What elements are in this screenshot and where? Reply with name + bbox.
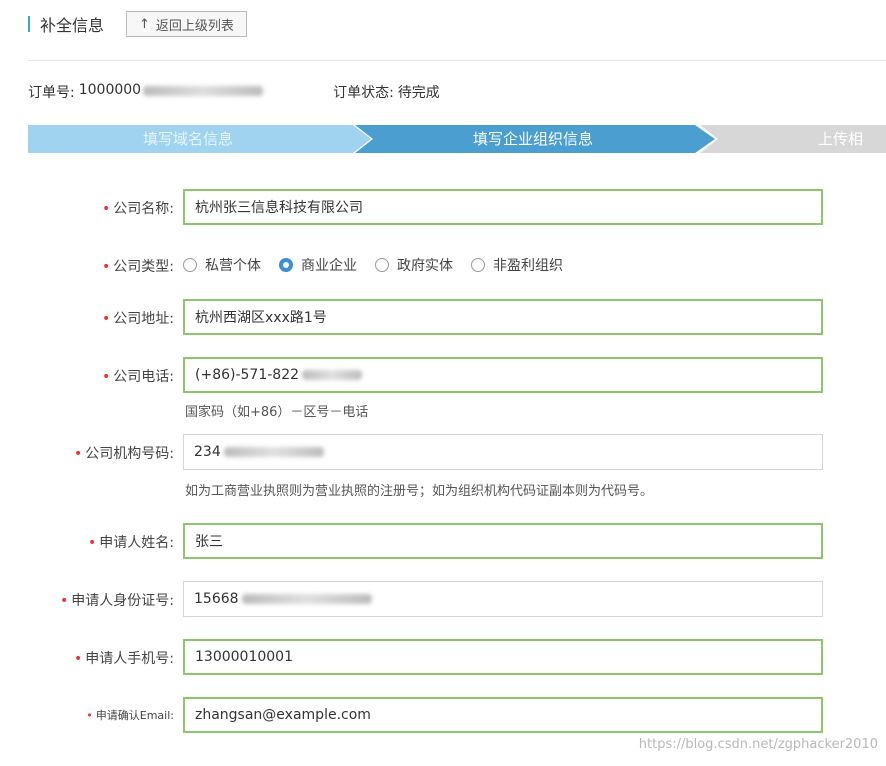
applicant-mobile-input[interactable]: 13000010001	[183, 639, 823, 675]
order-status-label: 订单状态:	[333, 85, 394, 101]
company-phone-hint: 国家码（如+86）－区号－电话	[185, 405, 369, 420]
applicant-email-label: • 申请确认Email:	[86, 709, 174, 722]
radio-unchecked-icon	[183, 258, 197, 272]
company-address-input[interactable]: 杭州西湖区xxx路1号	[183, 299, 823, 335]
radio-nonprofit[interactable]: 非盈利组织	[471, 255, 563, 275]
back-button-label: 返回上级列表	[155, 18, 234, 34]
org-code-redacted	[223, 447, 324, 457]
applicant-id-input[interactable]: 15668	[183, 581, 823, 617]
order-number-label: 订单号:	[28, 85, 75, 101]
company-phone-input[interactable]: (+86)-571-822	[183, 357, 823, 393]
radio-government[interactable]: 政府实体	[375, 255, 453, 275]
company-name-input[interactable]: 杭州张三信息科技有限公司	[183, 189, 823, 225]
applicant-id-label: • 申请人身份证号:	[60, 593, 174, 609]
back-to-list-button[interactable]: ↑ 返回上级列表	[126, 11, 247, 37]
company-phone-label: • 公司电话:	[102, 369, 174, 385]
radio-unchecked-icon	[471, 258, 485, 272]
order-info: 订单号: 1000000 订单状态: 待完成	[28, 82, 440, 102]
divider	[28, 60, 886, 61]
order-number-redacted	[143, 86, 264, 96]
org-code-label: • 公司机构号码:	[74, 446, 174, 462]
phone-redacted	[302, 370, 363, 380]
page-title: 补全信息	[40, 16, 105, 35]
step-3-label: 上传相	[818, 130, 864, 148]
id-redacted	[241, 594, 372, 604]
step-2-label: 填写企业组织信息	[472, 130, 593, 148]
step-1-label: 填写域名信息	[142, 130, 233, 148]
applicant-name-label: • 申请人姓名:	[88, 535, 174, 551]
page-header: 补全信息 ↑ 返回上级列表	[28, 10, 247, 38]
company-name-label: • 公司名称:	[102, 201, 174, 217]
order-status-value: 待完成	[397, 85, 440, 101]
org-code-input[interactable]: 234	[183, 434, 823, 470]
radio-business[interactable]: 商业企业	[279, 255, 357, 275]
org-code-hint: 如为工商营业执照则为营业执照的注册号；如为组织机构代码证副本则为代码号。	[185, 484, 654, 499]
radio-checked-icon	[279, 258, 293, 272]
progress-steps: 填写域名信息 填写企业组织信息 上传相	[28, 125, 886, 153]
watermark: https://blog.csdn.net/zgphacker2010	[638, 737, 878, 752]
applicant-mobile-label: • 申请人手机号:	[74, 651, 174, 667]
company-type-label: • 公司类型:	[102, 259, 174, 275]
radio-unchecked-icon	[375, 258, 389, 272]
radio-private[interactable]: 私营个体	[183, 255, 261, 275]
order-number-value: 1000000	[78, 82, 142, 98]
applicant-email-input[interactable]: zhangsan@example.com	[183, 697, 823, 733]
company-type-radio-group: 私营个体 商业企业 政府实体 非盈利组织	[183, 255, 581, 275]
applicant-name-input[interactable]: 张三	[183, 523, 823, 559]
company-address-label: • 公司地址:	[102, 311, 174, 327]
up-arrow-icon: ↑	[139, 16, 150, 32]
title-accent-bar	[28, 16, 30, 32]
